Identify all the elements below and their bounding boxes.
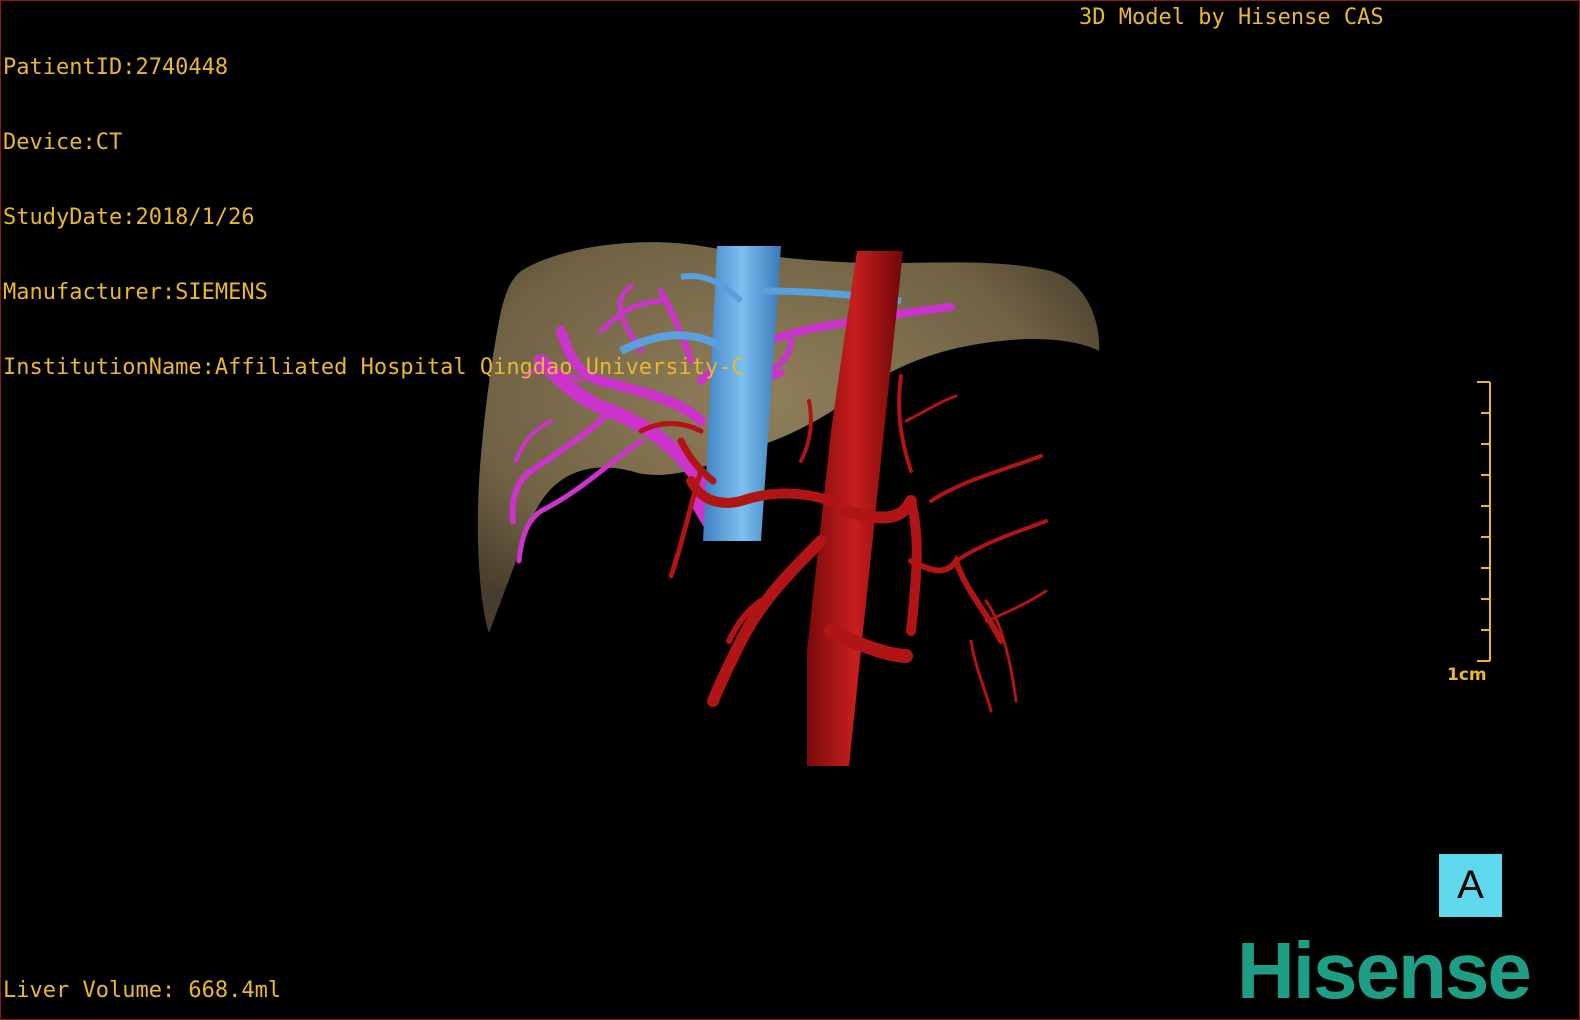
liver-volume: Liver Volume: 668.4ml	[3, 978, 282, 1003]
scale-bar	[1477, 381, 1491, 662]
orientation-marker[interactable]: A	[1439, 854, 1502, 917]
study-date: StudyDate:2018/1/26	[3, 205, 255, 230]
hisense-logo: Hisense	[1237, 926, 1532, 1015]
dicom-metadata: PatientID:2740448 Device:CT StudyDate:20…	[3, 5, 745, 430]
patient-id: PatientID:2740448	[3, 55, 229, 80]
model-credit: 3D Model by Hisense CAS	[1079, 5, 1384, 30]
scale-label: 1cm	[1447, 665, 1487, 685]
3d-viewport[interactable]: PatientID:2740448 Device:CT StudyDate:20…	[0, 0, 1580, 1020]
device: Device:CT	[3, 130, 123, 155]
manufacturer: Manufacturer:SIEMENS	[3, 280, 268, 305]
institution-name: InstitutionName:Affiliated Hospital Qing…	[3, 355, 745, 380]
